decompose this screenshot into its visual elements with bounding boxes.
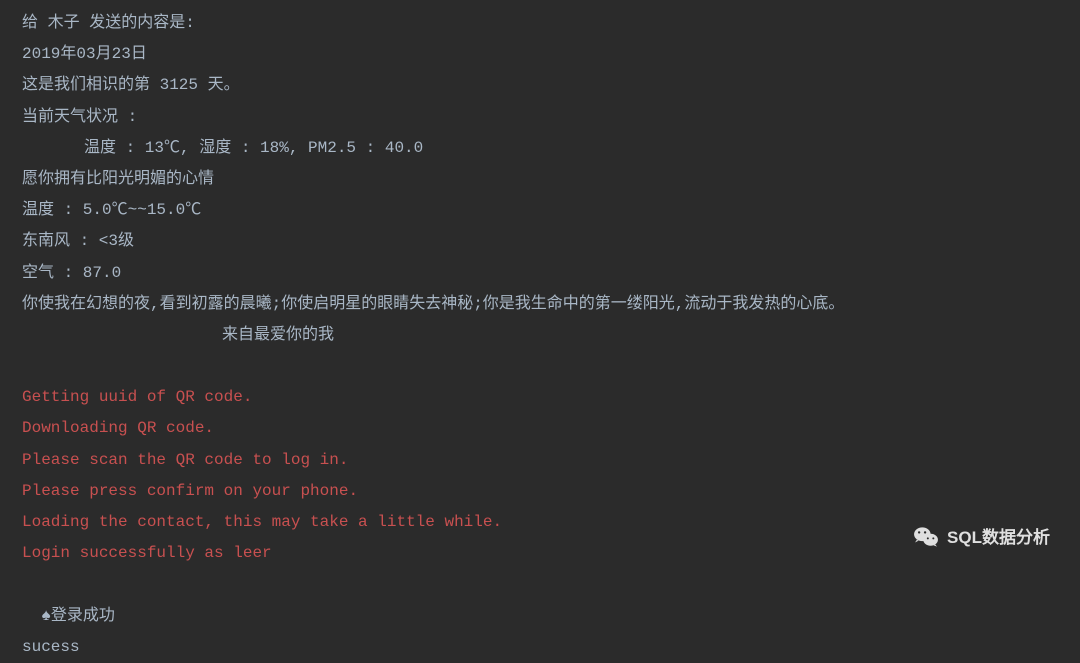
terminal-line: 2019年03月23日 xyxy=(22,39,1058,70)
login-success-text: 登录成功 xyxy=(51,607,115,625)
terminal-line: Login successfully as leer xyxy=(22,538,1058,569)
terminal-line: 给 木子 发送的内容是: xyxy=(22,8,1058,39)
watermark-text: SQL数据分析 xyxy=(947,521,1050,554)
terminal-line: 温度 : 13℃, 湿度 : 18%, PM2.5 : 40.0 xyxy=(22,133,1058,164)
terminal-line: 这是我们相识的第 3125 天。 xyxy=(22,70,1058,101)
terminal-line xyxy=(22,351,1058,382)
terminal-line: 空气 : 87.0 xyxy=(22,258,1058,289)
terminal-line: 愿你拥有比阳光明媚的心情 xyxy=(22,164,1058,195)
wechat-icon xyxy=(913,526,939,548)
login-success-line: ♠登录成功 xyxy=(22,569,1058,631)
terminal-line: Please scan the QR code to log in. xyxy=(22,445,1058,476)
terminal-line: 来自最爱你的我 xyxy=(22,320,1058,351)
terminal-line: 你使我在幻想的夜,看到初露的晨曦;你使启明星的眼睛失去神秘;你是我生命中的第一缕… xyxy=(22,289,1058,320)
terminal-line: Loading the contact, this may take a lit… xyxy=(22,507,1058,538)
terminal-line: 温度 : 5.0℃~~15.0℃ xyxy=(22,195,1058,226)
watermark: SQL数据分析 xyxy=(913,521,1050,554)
arrow-icon: ♠ xyxy=(41,601,51,632)
terminal-line: 东南风 : <3级 xyxy=(22,226,1058,257)
success-line: sucess xyxy=(22,632,1058,663)
terminal-line: 当前天气状况 : xyxy=(22,102,1058,133)
terminal-line: Please press confirm on your phone. xyxy=(22,476,1058,507)
terminal-line: Getting uuid of QR code. xyxy=(22,382,1058,413)
terminal-line: Downloading QR code. xyxy=(22,413,1058,444)
terminal-output: 给 木子 发送的内容是:2019年03月23日这是我们相识的第 3125 天。当… xyxy=(22,8,1058,569)
